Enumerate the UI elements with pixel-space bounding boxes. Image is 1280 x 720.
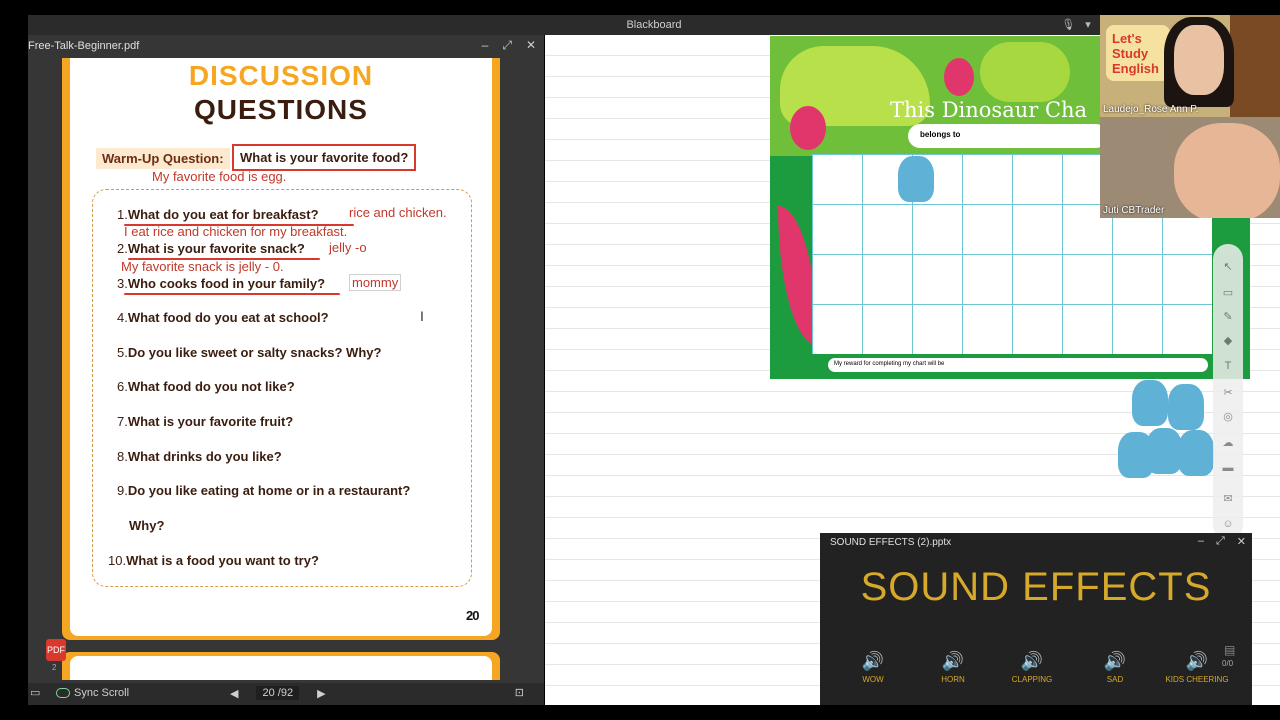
speaker-icon: 🔊: [861, 651, 885, 671]
sfx-kids-cheering-button[interactable]: 🔊 KIDS CHEERING: [1164, 651, 1230, 684]
minimize-icon[interactable]: –: [482, 38, 489, 53]
fit-screen-icon[interactable]: ⊡: [515, 686, 524, 699]
minimize-icon[interactable]: –: [1198, 535, 1204, 548]
dinosaur-sticker[interactable]: [1132, 380, 1168, 426]
text-cursor-icon: I: [420, 308, 424, 324]
laser-icon[interactable]: ◎: [1221, 410, 1235, 424]
pdf-file-icon[interactable]: PDF: [46, 639, 66, 661]
question-1: 1.What do you eat for breakfast?: [117, 207, 319, 222]
question-8: 8.What drinks do you like?: [117, 449, 282, 464]
pdf-side-count: 2: [52, 663, 57, 672]
warmup-label: Warm-Up Question:: [96, 148, 230, 169]
sound-effects-window: SOUND EFFECTS (2).pptx – ⤢ ✕ SOUND EFFEC…: [820, 533, 1252, 705]
sidebar-toggle-icon[interactable]: ▭: [30, 686, 40, 699]
sfx-clapping-button[interactable]: 🔊 CLAPPING: [1002, 651, 1062, 684]
underline-annotation: [124, 293, 340, 295]
question-4: 4.What food do you eat at school?: [117, 310, 329, 325]
pdf-footer-toolbar: ▭ Sync Scroll ◀ 20 /92 ▶ ⊡: [28, 683, 544, 705]
previous-page-icon[interactable]: ◀: [230, 687, 238, 700]
heading-questions: QUESTIONS: [194, 94, 368, 125]
question-5: 5.Do you like sweet or salty snacks? Why…: [117, 345, 382, 360]
slides-icon[interactable]: ▤: [1224, 643, 1235, 657]
page-number-badge: 20: [466, 608, 480, 623]
warmup-question: What is your favorite food?: [232, 144, 417, 171]
question-9: 9.Do you like eating at home or in a res…: [117, 483, 411, 498]
sfx-horn-button[interactable]: 🔊 HORN: [923, 651, 983, 684]
speaker-icon: 🔊: [941, 651, 965, 671]
sync-scroll-label: Sync Scroll: [74, 687, 130, 699]
scissors-icon[interactable]: ✂: [1221, 386, 1235, 400]
pdf-viewer: Free-Talk-Beginner.pdf – ⤢ ✕ DISCUSSION …: [28, 35, 544, 705]
question-3: 3.Who cooks food in your family?: [117, 276, 326, 291]
page-navigator: ◀ 20 /92 ▶: [230, 686, 326, 700]
question-2: 2.What is your favorite snack?: [117, 241, 305, 256]
microphone-icon[interactable]: 🎙: [1061, 18, 1075, 31]
cloud-icon[interactable]: ☁: [1221, 436, 1235, 450]
next-page-icon[interactable]: ▶: [317, 687, 325, 700]
eraser-icon[interactable]: ◆: [1221, 334, 1235, 348]
dinosaur-sticker[interactable]: [1146, 428, 1182, 474]
warmup-answer: My favorite food is egg.: [152, 169, 287, 184]
close-icon[interactable]: ✕: [526, 38, 536, 53]
speaker-icon: 🔊: [1020, 651, 1044, 671]
speaker-icon: 🔊: [1185, 651, 1209, 671]
student-name: Juti CBTrader: [1103, 205, 1165, 216]
select-arrow-icon[interactable]: ↖: [1221, 260, 1235, 274]
pdf-filename: Free-Talk-Beginner.pdf: [28, 40, 140, 52]
question-9-why: Why?: [129, 518, 165, 533]
teacher-webcam: Let's Study English Laudejo_Rose Ann P.: [1100, 15, 1280, 117]
lets-study-english-sign: Let's Study English: [1106, 25, 1170, 81]
sfx-heading: SOUND EFFECTS: [860, 565, 1212, 609]
student-webcam: Juti CBTrader: [1100, 117, 1280, 218]
dinosaur-illustration: [980, 42, 1070, 102]
close-icon[interactable]: ✕: [1237, 535, 1246, 548]
answer-1-sentence: I eat rice and chicken for my breakfast.: [124, 224, 348, 239]
page-indicator[interactable]: 20 /92: [256, 686, 300, 700]
dinosaur-sticker[interactable]: [1168, 384, 1204, 430]
pen-icon[interactable]: ✎: [1221, 310, 1235, 324]
answer-2: jelly -o: [329, 240, 367, 255]
expand-icon[interactable]: ⤢: [502, 38, 512, 53]
next-pdf-page: [62, 652, 500, 680]
pdf-titlebar: Free-Talk-Beginner.pdf – ⤢ ✕: [28, 35, 544, 57]
sfx-sad-button[interactable]: 🔊 SAD: [1085, 651, 1145, 684]
question-6: 6.What food do you not like?: [117, 379, 295, 394]
slide-counter: 0/0: [1222, 659, 1234, 668]
chat-icon[interactable]: ✉: [1221, 492, 1235, 506]
question-7: 7.What is your favorite fruit?: [117, 414, 294, 429]
answer-3-textbox[interactable]: mommy: [349, 274, 402, 291]
heading-discussion: DISCUSSION: [188, 60, 374, 91]
chevron-down-icon[interactable]: ▾: [1085, 18, 1091, 31]
expand-icon[interactable]: ⤢: [1216, 535, 1225, 548]
dinosaur-sticker[interactable]: [898, 156, 934, 202]
belongs-to-field: belongs to: [908, 124, 1108, 148]
text-tool-icon[interactable]: T: [1221, 360, 1235, 374]
window-title-bar: Blackboard 🎙 ▾ 🔇 ▾: [28, 15, 1280, 35]
sfx-wow-button[interactable]: 🔊 WOW: [843, 651, 903, 684]
egg-illustration: [790, 106, 826, 150]
sfx-window-title: SOUND EFFECTS (2).pptx: [830, 537, 952, 548]
pdf-page: DISCUSSION QUESTIONS Warm-Up Question: W…: [62, 58, 500, 640]
whiteboard-toolbar: ↖ ▭ ✎ ◆ T ✂ ◎ ☁ ▬ ✉ ☺: [1213, 244, 1243, 540]
shape-icon[interactable]: ▭: [1221, 286, 1235, 300]
answer-1: rice and chicken.: [349, 205, 447, 220]
chart-title: This Dinosaur Cha: [890, 98, 1088, 122]
toolbox-icon[interactable]: ▬: [1221, 462, 1235, 476]
speaker-icon: 🔊: [1103, 651, 1127, 671]
egg-illustration: [944, 58, 974, 96]
answer-2-sentence: My favorite snack is jelly - 0.: [121, 259, 284, 274]
toggle-icon: [56, 688, 70, 698]
reward-line: My reward for completing my chart will b…: [828, 358, 1208, 372]
dinosaur-sticker[interactable]: [1178, 430, 1214, 476]
teacher-name: Laudejo_Rose Ann P.: [1103, 104, 1199, 115]
question-10: 10.What is a food you want to try?: [108, 553, 319, 568]
sync-scroll-toggle[interactable]: Sync Scroll: [56, 687, 129, 699]
user-icon[interactable]: ☺: [1221, 518, 1235, 532]
